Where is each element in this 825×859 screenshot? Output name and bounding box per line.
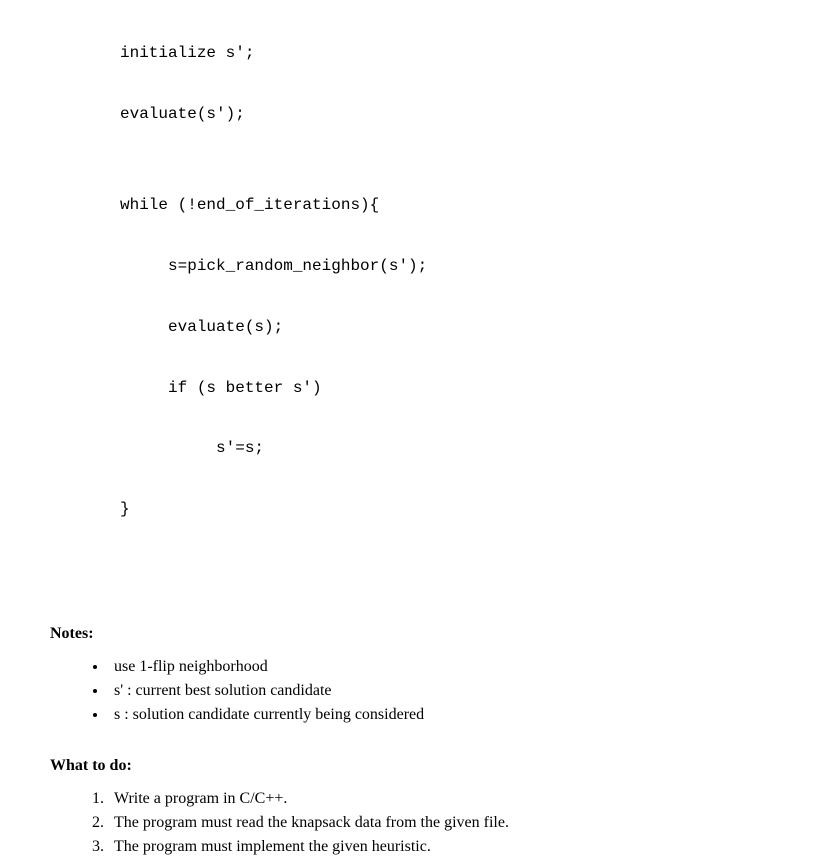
notes-list: use 1-flip neighborhood s' : current bes… <box>108 655 775 727</box>
code-line: s=pick_random_neighbor(s'); <box>120 251 775 281</box>
list-item: The program must implement the given heu… <box>108 835 775 859</box>
document-page: initialize s'; evaluate(s'); while (!end… <box>0 8 825 859</box>
code-line: initialize s'; <box>120 38 775 68</box>
code-line: while (!end_of_iterations){ <box>120 190 775 220</box>
list-item: use 1-flip neighborhood <box>108 655 775 679</box>
what-to-do-heading: What to do: <box>50 757 775 775</box>
code-line: evaluate(s); <box>120 312 775 342</box>
what-to-do-list: Write a program in C/C++. The program mu… <box>108 787 775 859</box>
list-item: s' : current best solution candidate <box>108 679 775 703</box>
list-item: Write a program in C/C++. <box>108 787 775 811</box>
code-line: evaluate(s'); <box>120 99 775 129</box>
pseudocode-block: initialize s'; evaluate(s'); while (!end… <box>120 8 775 585</box>
code-line: } <box>120 494 775 524</box>
code-line: s'=s; <box>120 433 775 463</box>
list-item: s : solution candidate currently being c… <box>108 703 775 727</box>
list-item: The program must read the knapsack data … <box>108 811 775 835</box>
notes-heading: Notes: <box>50 625 775 643</box>
code-line: if (s better s') <box>120 373 775 403</box>
